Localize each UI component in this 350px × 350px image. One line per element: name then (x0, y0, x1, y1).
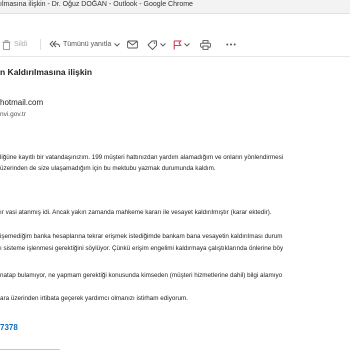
more-button[interactable] (226, 36, 236, 53)
chevron-down-icon[interactable] (114, 42, 121, 47)
chevron-down-icon[interactable] (184, 42, 190, 47)
body-line: işemediğim banka hesaplarına tekrar eriş… (0, 233, 283, 240)
body-line: ır vasi atanmış idi. Ancak yakın zamanda… (0, 209, 272, 216)
delete-button[interactable]: Sildi (2, 36, 27, 53)
reply-all-label: Tümünü yanıtla (63, 41, 112, 48)
toolbar-separator (40, 39, 41, 50)
body-line: liğüne kayıtlı bir vatandaşınızım. 199 m… (0, 154, 284, 161)
body-line: üzerinden de size ulaşamadığım için bu m… (0, 165, 216, 172)
mark-unread-icon (127, 40, 138, 49)
mark-unread-button[interactable] (127, 36, 138, 53)
delete-icon (2, 39, 11, 50)
sender-email[interactable]: hotmail.com (0, 98, 43, 107)
flag-button[interactable] (173, 36, 190, 53)
print-button[interactable] (200, 36, 211, 53)
reply-all-button[interactable]: Tümünü yanıtla (49, 36, 121, 53)
window-title: ılmasına ilişkin - Dr. Oğuz DOĞAN - Outl… (0, 1, 193, 8)
print-icon (200, 39, 211, 50)
body-line: natap bulamıyor, ne yapmam gerektiği kon… (0, 272, 283, 279)
body-line: ara üzerinden irtibata geçerek yardımcı … (0, 295, 188, 302)
message-toolbar: Sildi Tümünü yanıtla (0, 36, 350, 53)
tag-icon (147, 40, 158, 50)
phone-number[interactable]: 7378 (0, 323, 18, 332)
browser-title-bar: ılmasına ilişkin - Dr. Oğuz DOĞAN - Outl… (0, 0, 350, 14)
body-line: ı sisteme işlenmesi gerektiğini söylüyor… (0, 245, 284, 252)
delete-label: Sildi (14, 41, 28, 48)
recipient-address[interactable]: nvi.gov.tr (0, 111, 26, 118)
reply-all-icon (49, 40, 60, 49)
toolbar-divider (0, 56, 350, 57)
tag-button[interactable] (147, 36, 166, 53)
more-icon (226, 43, 236, 46)
flag-icon (173, 40, 182, 50)
chevron-down-icon[interactable] (160, 42, 166, 47)
email-subject: n Kaldırılmasına ilişkin (0, 67, 93, 77)
